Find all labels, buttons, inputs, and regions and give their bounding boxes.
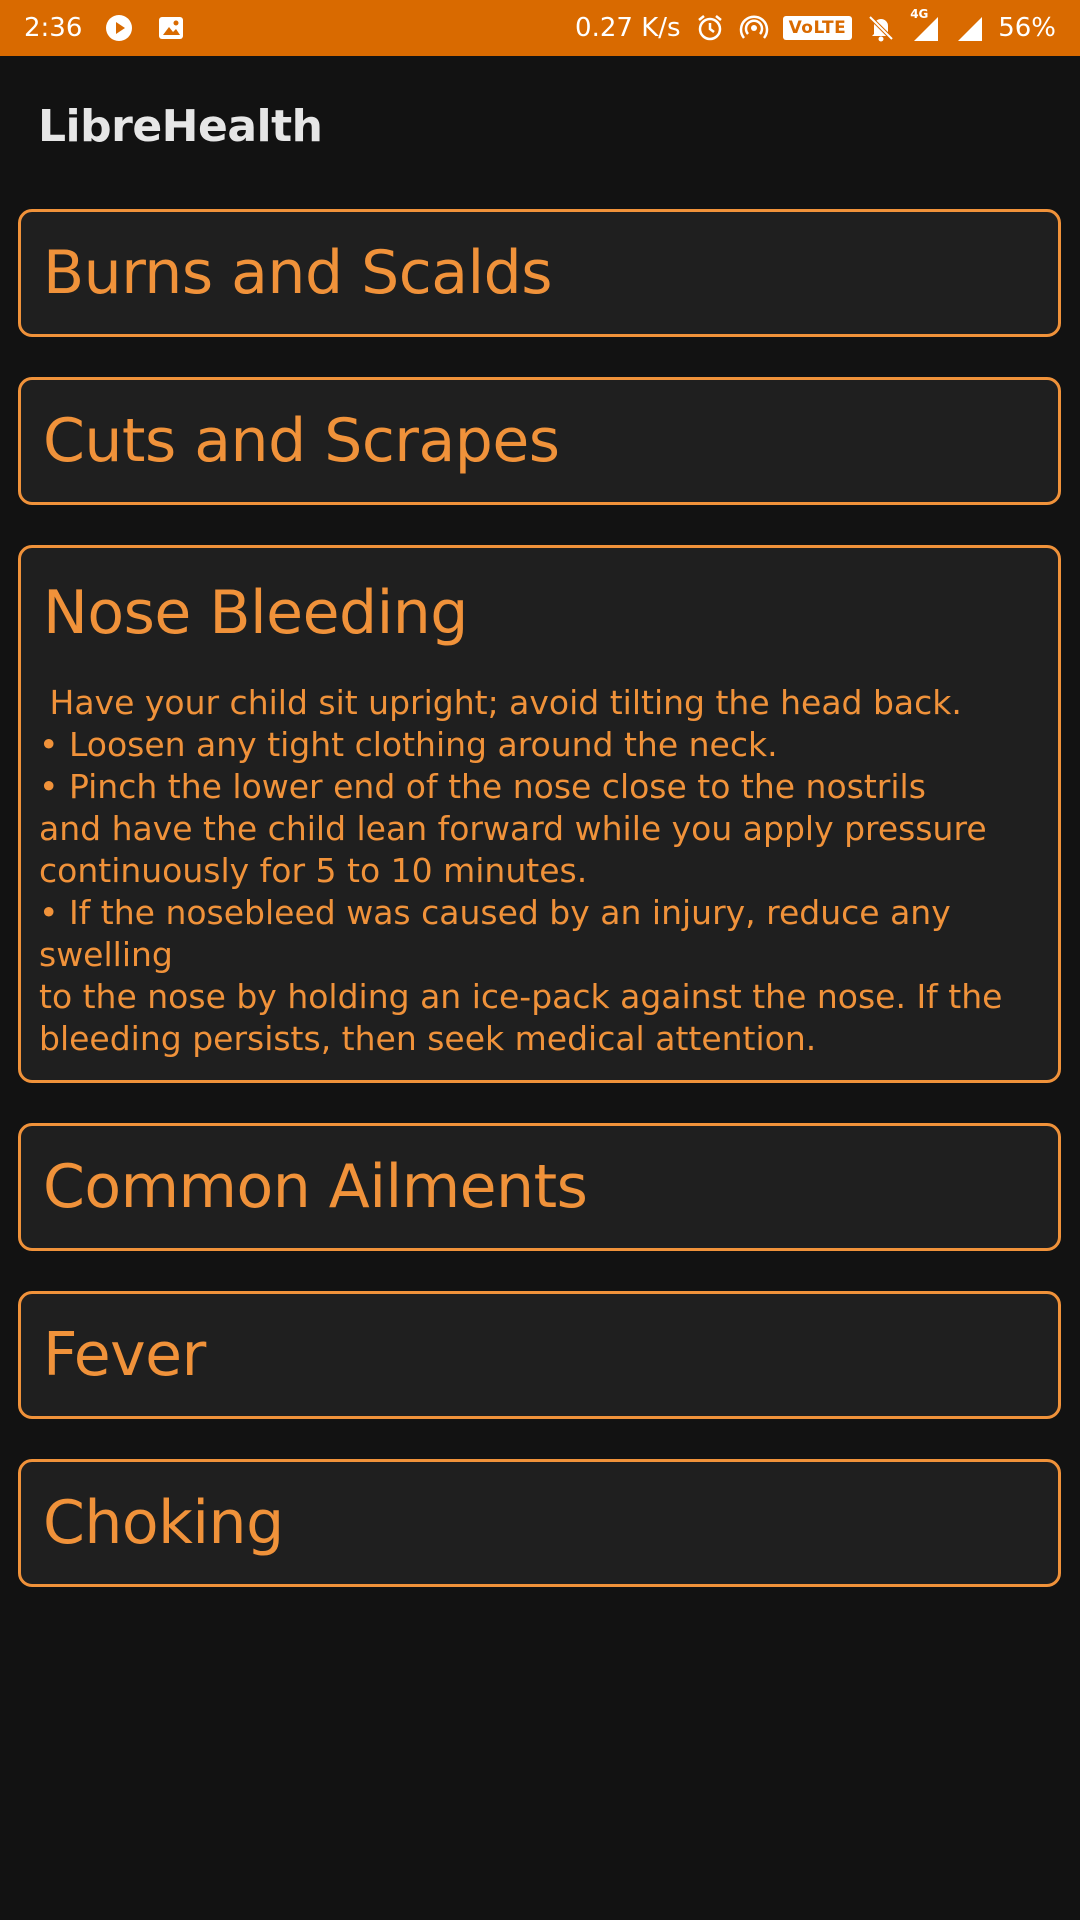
- body-line: • Loosen any tight clothing around the n…: [39, 725, 778, 764]
- alarm-icon: [695, 13, 725, 43]
- card-title: Common Ailments: [43, 1152, 588, 1222]
- card-common-ailments[interactable]: Common Ailments: [18, 1123, 1061, 1251]
- card-fever[interactable]: Fever: [18, 1291, 1061, 1419]
- card-cuts-and-scrapes[interactable]: Cuts and Scrapes: [18, 377, 1061, 505]
- network-type-label: 4G: [910, 7, 929, 21]
- hotspot-icon: [739, 13, 769, 43]
- card-title: Fever: [43, 1320, 206, 1390]
- media-play-icon: [104, 13, 134, 43]
- body-line: bleeding persists, then seek medical att…: [39, 1019, 817, 1058]
- battery-level: 56%: [998, 13, 1056, 43]
- card-burns-and-scalds[interactable]: Burns and Scalds: [18, 209, 1061, 337]
- signal-4g-icon: 4G: [910, 7, 940, 43]
- first-aid-list: Burns and Scalds Cuts and Scrapes Nose B…: [18, 209, 1061, 1627]
- status-time: 2:36: [24, 13, 83, 43]
- card-title: Nose Bleeding: [43, 578, 468, 648]
- body-line: • Pinch the lower end of the nose close …: [39, 767, 926, 806]
- body-line: continuously for 5 to 10 minutes.: [39, 851, 588, 890]
- card-body: Have your child sit upright; avoid tilti…: [39, 682, 1040, 1060]
- body-line: Have your child sit upright; avoid tilti…: [39, 683, 962, 722]
- app-title: LibreHealth: [38, 100, 323, 152]
- body-line: • If the nosebleed was caused by an inju…: [39, 893, 962, 974]
- card-nose-bleeding[interactable]: Nose Bleeding Have your child sit uprigh…: [18, 545, 1061, 1083]
- image-icon: [156, 13, 186, 43]
- app-bar: LibreHealth: [0, 56, 1080, 196]
- signal-icon: [954, 13, 984, 43]
- notifications-off-icon: [866, 13, 896, 43]
- body-line: and have the child lean forward while yo…: [39, 809, 987, 848]
- card-choking[interactable]: Choking: [18, 1459, 1061, 1587]
- volte-badge: VoLTE: [782, 16, 853, 40]
- card-title: Choking: [43, 1488, 284, 1558]
- card-title: Cuts and Scrapes: [43, 406, 560, 476]
- network-speed: 0.27 K/s: [575, 13, 681, 43]
- card-title: Burns and Scalds: [43, 238, 552, 308]
- body-line: to the nose by holding an ice-pack again…: [39, 977, 1003, 1016]
- status-bar: 2:36 0.27 K/s VoLTE 4G 56%: [0, 0, 1080, 56]
